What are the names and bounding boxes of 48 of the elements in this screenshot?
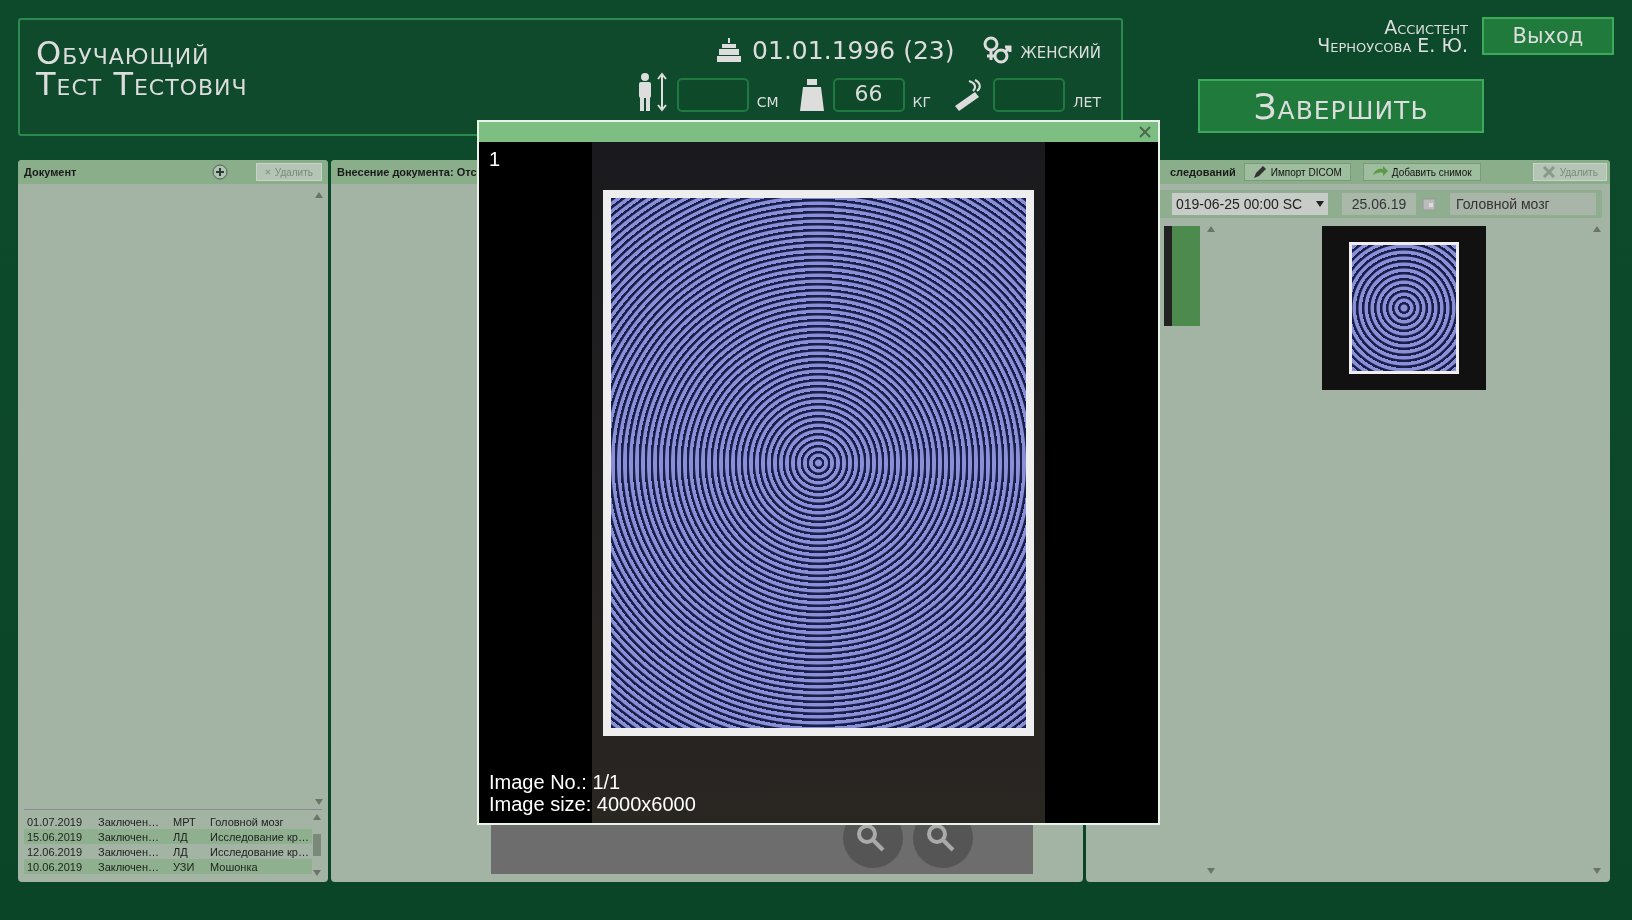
image-index: 1 <box>489 148 501 171</box>
height-field[interactable] <box>676 78 749 112</box>
unit-label: см <box>756 88 779 112</box>
finish-button[interactable]: Завершить <box>1198 79 1484 133</box>
exit-button[interactable]: Выход <box>1482 17 1614 55</box>
add-icon[interactable] <box>212 164 228 180</box>
scroll-down-icon[interactable] <box>1593 868 1601 874</box>
table-row[interactable]: 12.06.2019 Заключен… ЛД Исследование кр… <box>24 844 312 859</box>
scroll-down-icon[interactable] <box>1207 868 1215 874</box>
unit-label: кг <box>912 88 932 112</box>
series-select[interactable]: 019-06-25 00:00 SC <box>1172 193 1328 215</box>
add-button[interactable]: Добавить снимок <box>1362 163 1481 181</box>
patient-name: Обучающий Тест Тестович <box>36 38 248 105</box>
close-icon[interactable] <box>1138 125 1152 139</box>
import-button[interactable]: Импорт DICOM <box>1243 163 1351 181</box>
user-name: Ассистент Черноусова Е. Ю. <box>1317 18 1468 54</box>
unit-label: лет <box>1073 88 1101 112</box>
image-thumbnail-placeholder[interactable] <box>1322 226 1486 390</box>
image-size: Image size: 4000x6000 <box>489 793 696 815</box>
weight-field[interactable]: 66 <box>832 78 905 112</box>
scroll-up-icon[interactable] <box>315 192 323 198</box>
arrow-icon <box>1371 165 1388 179</box>
scrollbar-thumb[interactable] <box>313 834 321 856</box>
table-row[interactable]: 15.06.2019 Заключен… ЛД Исследование кр… <box>24 829 312 844</box>
table-row[interactable]: 10.06.2019 Заключен… УЗИ Мошонка <box>24 859 312 874</box>
scroll-up-icon[interactable] <box>1593 226 1601 232</box>
close-icon <box>1541 165 1556 179</box>
scroll-down-icon[interactable] <box>313 870 321 876</box>
scroll-up-icon[interactable] <box>313 814 321 820</box>
zoom-in-icon[interactable] <box>843 824 903 868</box>
date-field[interactable]: 25.06.19 <box>1342 193 1416 215</box>
zoom-out-icon[interactable] <box>913 824 973 868</box>
caret-icon <box>1316 201 1324 207</box>
scroll-up-icon[interactable] <box>1207 226 1215 232</box>
table-row[interactable]: 01.07.2019 Заключен… МРТ Головной мозг <box>24 814 312 829</box>
smoking-field[interactable] <box>993 78 1066 112</box>
birth-date: 01.01.1996 (23) <box>752 35 955 65</box>
thumbnail-photo-placeholder[interactable] <box>1164 226 1200 326</box>
image-number: Image No.: 1/1 <box>489 771 622 793</box>
scroll-down-icon[interactable] <box>315 799 323 805</box>
panel-title: Внесение документа: Отс <box>337 166 477 178</box>
panel-title: следований <box>1170 166 1236 178</box>
sex-value: женский <box>1020 37 1101 63</box>
weight-icon <box>798 78 825 112</box>
panel-title: Документ <box>24 166 77 178</box>
calendar-icon[interactable] <box>1422 197 1436 211</box>
pen-icon <box>1252 165 1267 179</box>
area-field[interactable]: Головной мозг <box>1450 193 1596 215</box>
